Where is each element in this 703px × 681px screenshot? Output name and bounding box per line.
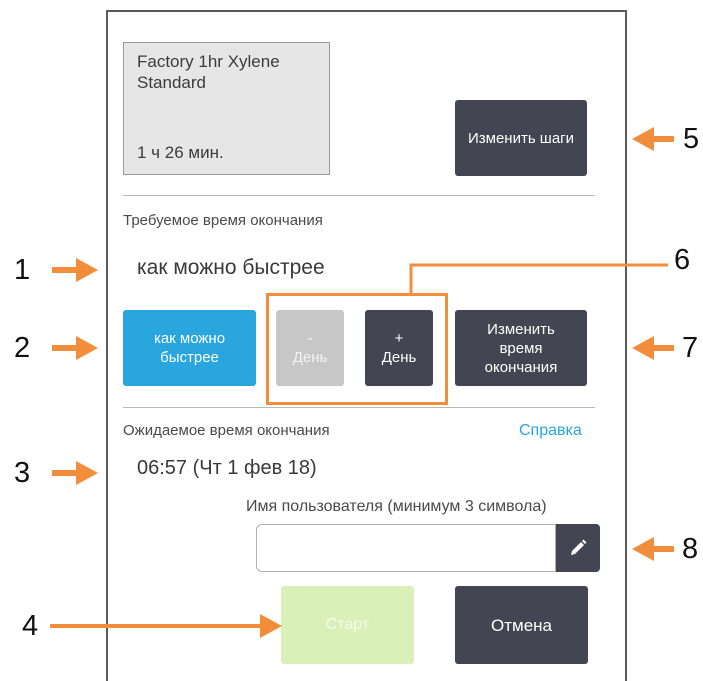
callout-2: 2 <box>14 332 31 364</box>
callout-6: 6 <box>674 244 691 276</box>
callout-7: 7 <box>682 332 699 364</box>
callout-3: 3 <box>14 457 31 489</box>
arrow-icon <box>409 263 668 293</box>
callout-1: 1 <box>14 254 31 286</box>
arrow-icon <box>632 336 674 360</box>
callout-5: 5 <box>683 123 700 155</box>
callout-8: 8 <box>682 533 699 565</box>
callout-arrows <box>50 127 674 638</box>
arrow-icon <box>632 127 674 151</box>
arrow-icon <box>52 258 98 282</box>
arrow-icon <box>52 336 98 360</box>
arrow-icon <box>632 537 674 561</box>
arrow-icon <box>52 461 98 485</box>
callout-4: 4 <box>22 610 39 642</box>
arrow-icon <box>50 614 282 638</box>
